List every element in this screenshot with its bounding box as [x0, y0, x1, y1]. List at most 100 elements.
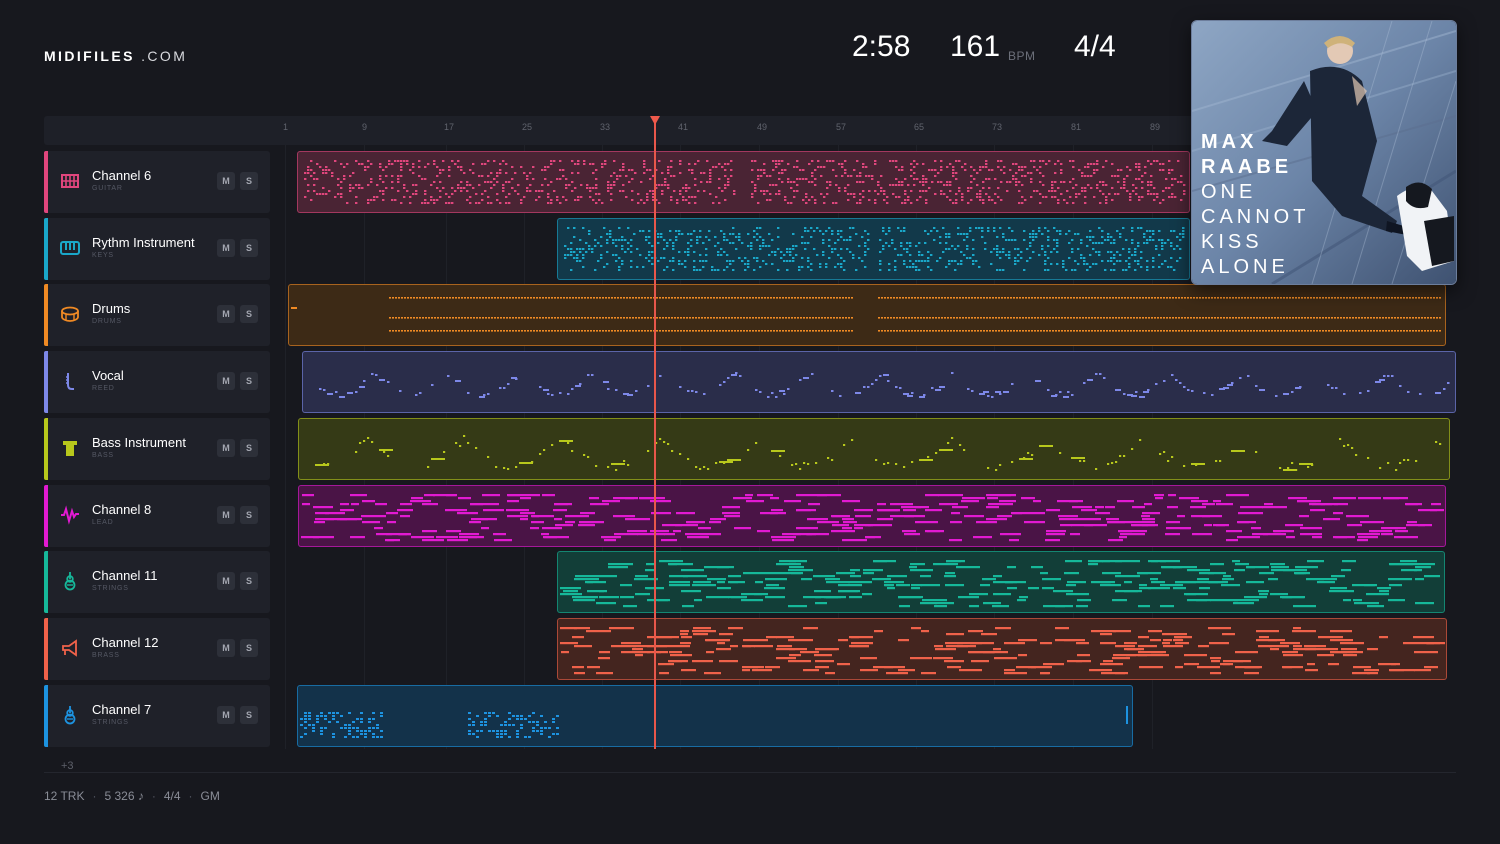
mute-button[interactable]: M [217, 506, 235, 524]
track-color-bar [44, 618, 48, 680]
track-header[interactable]: Drums DRUMS M S [44, 284, 270, 346]
track-color-bar [44, 685, 48, 747]
track-type: GUITAR [92, 185, 123, 192]
track-header[interactable]: Bass Instrument BASS M S [44, 418, 270, 480]
track-name: Channel 6 [92, 168, 152, 183]
track-color-bar [44, 284, 48, 346]
midi-clip[interactable] [557, 551, 1445, 613]
ruler-tick: 57 [836, 122, 847, 132]
brass-icon [60, 638, 80, 658]
more-tracks-indicator[interactable]: +3 [61, 760, 74, 772]
time-signature: 4/4 [1074, 30, 1116, 63]
album-cover: MAX RAABE ONE CANNOT KISS ALONE [1191, 20, 1457, 285]
ruler-tick: 25 [522, 122, 533, 132]
solo-button[interactable]: S [240, 506, 258, 524]
midi-clip[interactable] [297, 151, 1190, 213]
bass-icon [60, 438, 80, 458]
drum-icon [60, 304, 80, 324]
midi-clip[interactable] [557, 218, 1190, 280]
track-header[interactable]: Channel 7 STRINGS M S [44, 685, 270, 747]
mute-button[interactable]: M [217, 372, 235, 390]
solo-button[interactable]: S [240, 639, 258, 657]
track-color-bar [44, 351, 48, 413]
track-name: Channel 12 [92, 635, 159, 650]
mute-button[interactable]: M [217, 639, 235, 657]
track-type: KEYS [92, 252, 114, 259]
note-count: 5 326 ♪ [104, 789, 144, 803]
strings-icon [60, 571, 80, 591]
keyboard-icon [60, 238, 80, 258]
logo: MIDIFILES .COM [44, 48, 188, 64]
track-color-bar [44, 418, 48, 480]
mute-button[interactable]: M [217, 706, 235, 724]
guitar-icon [60, 171, 80, 191]
solo-button[interactable]: S [240, 706, 258, 724]
ruler-tick: 65 [914, 122, 925, 132]
solo-button[interactable]: S [240, 172, 258, 190]
mute-button[interactable]: M [217, 439, 235, 457]
song-time: 2:58 [852, 30, 911, 63]
track-header[interactable]: Vocal REED M S [44, 351, 270, 413]
footer-divider [44, 772, 1456, 773]
solo-button[interactable]: S [240, 439, 258, 457]
solo-button[interactable]: S [240, 239, 258, 257]
track-type: BRASS [92, 652, 120, 659]
ruler-tick: 49 [757, 122, 768, 132]
track-name: Channel 7 [92, 702, 152, 717]
midi-clip[interactable] [298, 485, 1446, 547]
ruler-tick: 89 [1150, 122, 1161, 132]
mute-button[interactable]: M [217, 305, 235, 323]
tempo-unit: BPM [1008, 49, 1036, 63]
ruler-tick: 41 [678, 122, 689, 132]
solo-button[interactable]: S [240, 305, 258, 323]
midi-clip[interactable] [297, 685, 1133, 747]
ruler-tick: 9 [362, 122, 368, 132]
ruler-tick: 33 [600, 122, 611, 132]
track-name: Drums [92, 301, 131, 316]
track-color-bar [44, 151, 48, 213]
grid-line [285, 145, 286, 749]
track-type: DRUMS [92, 318, 122, 325]
midi-clip[interactable] [288, 284, 1446, 346]
ruler-tick: 73 [992, 122, 1003, 132]
solo-button[interactable]: S [240, 372, 258, 390]
midi-clip[interactable] [557, 618, 1447, 680]
track-color-bar [44, 551, 48, 613]
solo-button[interactable]: S [240, 572, 258, 590]
track-header[interactable]: Rythm Instrument KEYS M S [44, 218, 270, 280]
track-name: Rythm Instrument [92, 235, 195, 250]
mute-button[interactable]: M [217, 572, 235, 590]
track-name: Channel 11 [92, 568, 158, 583]
playhead-line[interactable] [654, 123, 656, 749]
track-name: Channel 8 [92, 502, 152, 517]
mute-button[interactable]: M [217, 239, 235, 257]
track-type: STRINGS [92, 585, 129, 592]
ruler-tick: 17 [444, 122, 455, 132]
track-name: Bass Instrument [92, 435, 186, 450]
status-bar: 12 TRK · 5 326 ♪ · 4/4 · GM [44, 789, 220, 803]
playhead-handle[interactable] [650, 116, 660, 125]
footer-time-signature: 4/4 [163, 789, 181, 803]
strings-icon [60, 705, 80, 725]
track-header[interactable]: Channel 6 GUITAR M S [44, 151, 270, 213]
lead-wave-icon [60, 505, 80, 525]
track-header[interactable]: Channel 12 BRASS M S [44, 618, 270, 680]
track-name: Vocal [92, 368, 124, 383]
track-type: REED [92, 385, 115, 392]
ruler-tick: 1 [283, 122, 289, 132]
track-color-bar [44, 485, 48, 547]
track-header[interactable]: Channel 11 STRINGS M S [44, 551, 270, 613]
tempo-value: 161 [950, 30, 1001, 63]
track-header[interactable]: Channel 8 LEAD M S [44, 485, 270, 547]
track-type: STRINGS [92, 719, 129, 726]
midi-clip[interactable] [302, 351, 1456, 413]
album-title-text: MAX RAABE ONE CANNOT KISS ALONE [1201, 131, 1310, 278]
reed-icon [60, 371, 80, 391]
ruler-tick: 81 [1071, 122, 1082, 132]
midi-clip[interactable] [298, 418, 1450, 480]
track-type: LEAD [92, 519, 114, 526]
mute-button[interactable]: M [217, 172, 235, 190]
track-type: BASS [92, 452, 114, 459]
midi-standard: GM [200, 789, 220, 803]
track-color-bar [44, 218, 48, 280]
